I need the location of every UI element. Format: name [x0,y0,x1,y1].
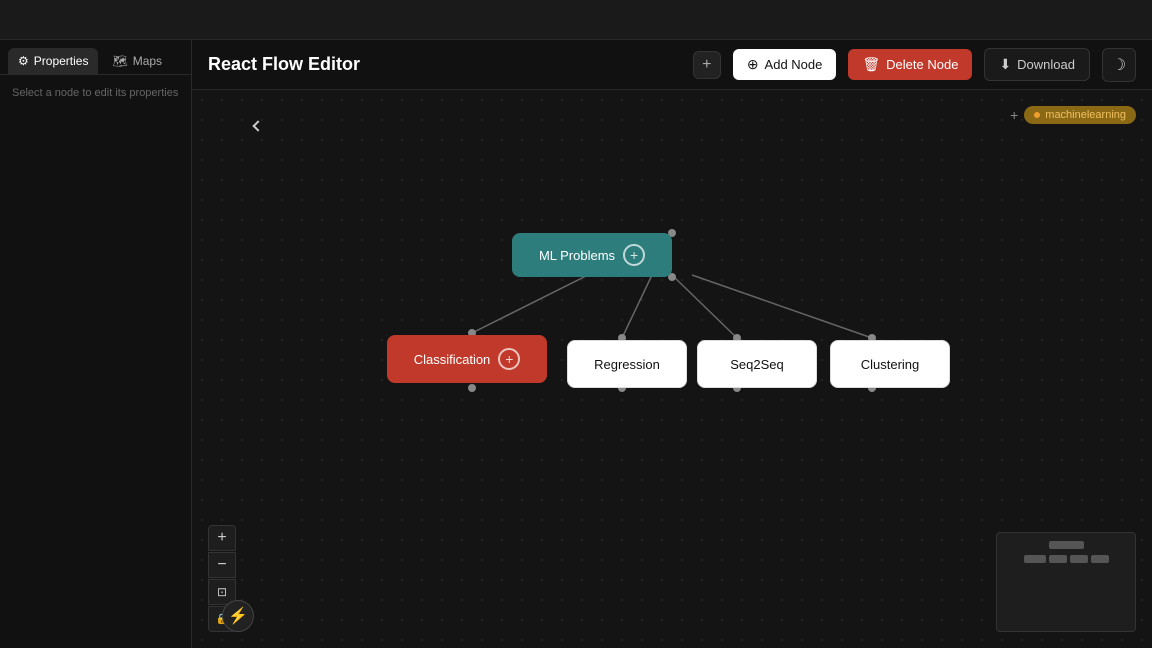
node-clustering[interactable]: Clustering [830,340,950,388]
plus-button[interactable]: + [693,51,721,79]
tab-properties[interactable]: ⚙ Properties [8,48,98,74]
badge-container: + machinelearning [1010,106,1136,124]
minimap-node [1024,555,1046,563]
sidebar-empty-message: Select a node to edit its properties [0,75,191,111]
minimap-node [1070,555,1088,563]
zoom-out-button[interactable]: − [208,552,236,578]
machinelearning-badge[interactable]: machinelearning [1024,106,1136,124]
classification-expand-button[interactable]: + [498,348,520,370]
download-icon: ⬇ [999,56,1011,73]
map-icon: 🗺 [112,54,127,68]
sidebar: ⚙ Properties 🗺 Maps Select a node to edi… [0,40,192,648]
gear-icon: ⚙ [18,54,29,68]
node-seq2seq[interactable]: Seq2Seq [697,340,817,388]
theme-toggle-button[interactable]: ☽ [1102,48,1136,82]
badge-plus-button[interactable]: + [1010,107,1018,123]
cursor-indicator [252,120,263,131]
sidebar-tabs: ⚙ Properties 🗺 Maps [0,40,191,75]
moon-icon: ☽ [1112,55,1126,75]
node-classification[interactable]: Classification + [387,335,547,383]
canvas[interactable]: + machinelearning [192,90,1152,648]
minimap-node [1049,555,1067,563]
editor-area: React Flow Editor + ⊕ Add Node 🗑 Delete … [192,40,1152,648]
badge-dot [1034,112,1040,118]
delete-node-button[interactable]: 🗑 Delete Node [848,49,972,80]
editor-header: React Flow Editor + ⊕ Add Node 🗑 Delete … [192,40,1152,90]
editor-title: React Flow Editor [208,54,681,75]
lightning-icon: ⚡ [228,606,248,626]
tab-maps[interactable]: 🗺 Maps [102,48,172,74]
download-button[interactable]: ⬇ Download [984,48,1090,81]
zoom-in-button[interactable]: + [208,525,236,551]
add-node-button[interactable]: ⊕ Add Node [733,49,837,80]
minimap [996,532,1136,632]
minimap-node [1049,541,1084,549]
top-bar [0,0,1152,40]
ml-problems-expand-button[interactable]: + [623,244,645,266]
add-node-icon: ⊕ [747,56,759,73]
node-ml-problems[interactable]: ML Problems + [512,233,672,277]
lightning-button[interactable]: ⚡ [222,600,254,632]
delete-icon: 🗑 [862,56,880,73]
fit-icon: ⊡ [217,585,227,599]
node-regression[interactable]: Regression [567,340,687,388]
minimap-node [1091,555,1109,563]
